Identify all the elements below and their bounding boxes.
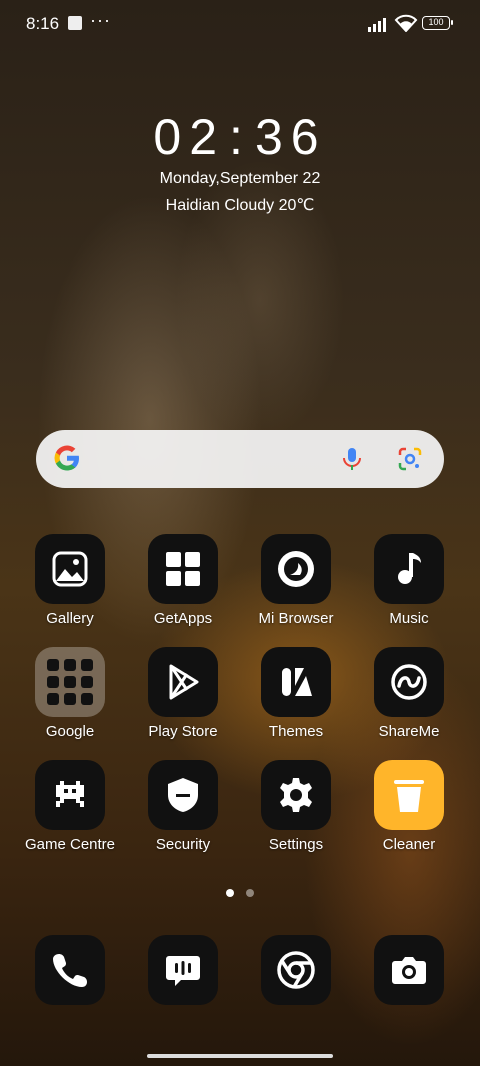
voice-search-icon[interactable] — [338, 445, 366, 473]
battery-icon: 100 — [422, 16, 453, 30]
phone-icon — [35, 935, 105, 1005]
app-label: GetApps — [153, 610, 213, 627]
game-centre-icon — [35, 760, 105, 830]
date-text[interactable]: Monday,September 22 — [0, 170, 480, 188]
app-label: ShareMe — [378, 723, 440, 740]
app-label: Themes — [268, 723, 324, 740]
shareme-icon — [374, 647, 444, 717]
dock-messages[interactable] — [127, 935, 239, 1005]
app-label: Security — [155, 836, 211, 853]
app-label: Google — [45, 723, 95, 740]
clock-widget[interactable]: 02:36 — [0, 108, 480, 166]
music-icon — [374, 534, 444, 604]
page-dot[interactable] — [246, 889, 254, 897]
security-icon — [148, 760, 218, 830]
app-label: Gallery — [46, 610, 94, 627]
wifi-icon — [394, 14, 418, 32]
app-label: Settings — [268, 836, 324, 853]
dock-camera[interactable] — [353, 935, 465, 1005]
app-label: Cleaner — [382, 836, 436, 853]
app-security[interactable]: Security — [127, 760, 239, 853]
mi-browser-icon — [261, 534, 331, 604]
play-store-icon — [148, 647, 218, 717]
getapps-icon — [148, 534, 218, 604]
more-notifications-icon: ··· — [90, 10, 111, 30]
app-music[interactable]: Music — [353, 534, 465, 627]
settings-icon — [261, 760, 331, 830]
app-label: Play Store — [148, 723, 218, 740]
chrome-icon — [261, 935, 331, 1005]
app-gallery[interactable]: Gallery — [14, 534, 126, 627]
status-bar: 8:16 ··· 100 — [0, 0, 480, 48]
app-label: Music — [389, 610, 429, 627]
app-label: Mi Browser — [258, 610, 334, 627]
app-google-folder[interactable]: Google — [14, 647, 126, 740]
page-indicator — [0, 884, 480, 902]
clock-minutes: 36 — [254, 109, 327, 165]
signal-icon — [368, 16, 390, 32]
cleaner-icon — [374, 760, 444, 830]
clock-colon: : — [229, 109, 251, 165]
camera-icon — [374, 935, 444, 1005]
app-mi-browser[interactable]: Mi Browser — [240, 534, 352, 627]
app-cleaner[interactable]: Cleaner — [353, 760, 465, 853]
dock-chrome[interactable] — [240, 935, 352, 1005]
page-dot-active[interactable] — [226, 889, 234, 897]
clock-hours: 02 — [153, 109, 226, 165]
dock-phone[interactable] — [14, 935, 126, 1005]
app-getapps[interactable]: GetApps — [127, 534, 239, 627]
app-shareme[interactable]: ShareMe — [353, 647, 465, 740]
themes-icon — [261, 647, 331, 717]
app-game-centre[interactable]: Game Centre — [14, 760, 126, 853]
app-themes[interactable]: Themes — [240, 647, 352, 740]
weather-text[interactable]: Haidian Cloudy 20℃ — [0, 195, 480, 215]
app-settings[interactable]: Settings — [240, 760, 352, 853]
notification-icon — [68, 16, 82, 30]
app-play-store[interactable]: Play Store — [127, 647, 239, 740]
google-folder-icon — [35, 647, 105, 717]
google-lens-icon[interactable] — [396, 445, 424, 473]
messages-icon — [148, 935, 218, 1005]
google-search-bar[interactable] — [36, 430, 444, 488]
google-logo-icon — [54, 445, 79, 471]
gallery-icon — [35, 534, 105, 604]
home-gesture-bar[interactable] — [147, 1054, 333, 1058]
app-label: Game Centre — [24, 836, 116, 853]
status-time: 8:16 — [26, 14, 60, 33]
